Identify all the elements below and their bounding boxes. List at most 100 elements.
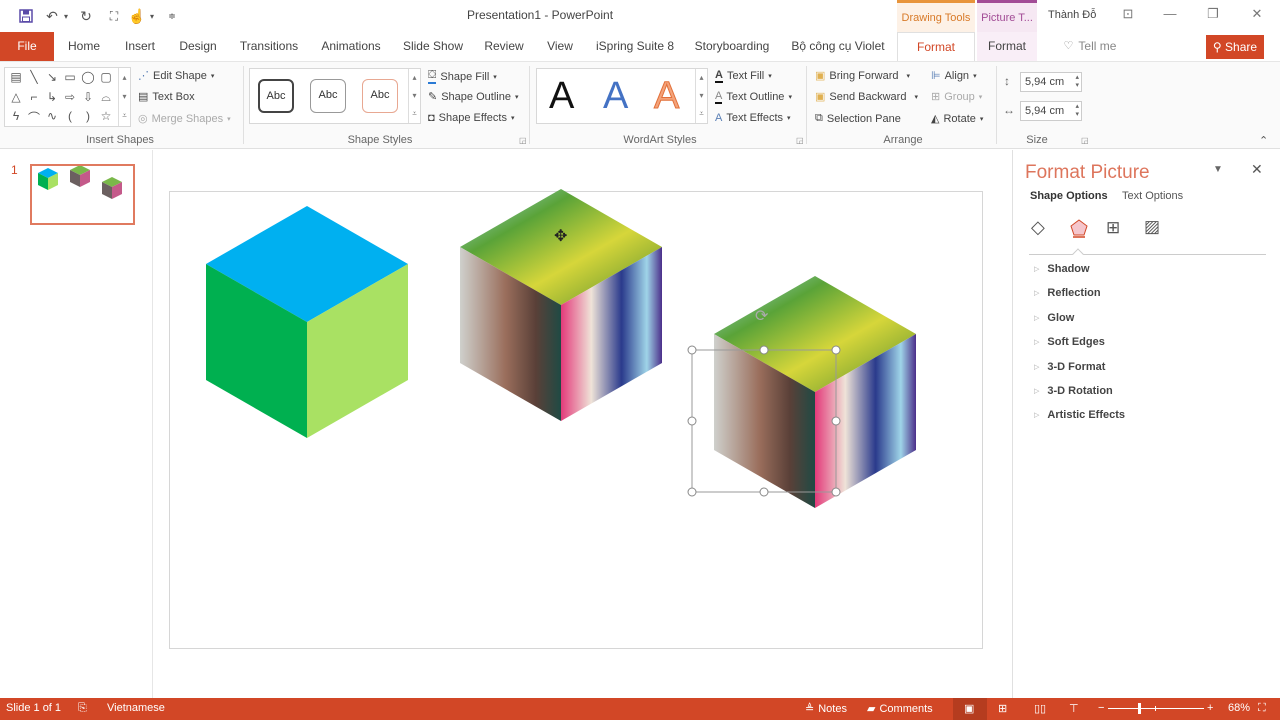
zoom-slider-track[interactable] — [1108, 708, 1204, 709]
tab-storyboarding[interactable]: Storyboarding — [690, 32, 774, 61]
tab-transitions[interactable]: Transitions — [234, 32, 304, 61]
tab-format-picture[interactable]: Format — [977, 32, 1037, 61]
solid-color-cube[interactable] — [204, 206, 410, 440]
rounded-rect-shape-icon[interactable]: ▢ — [97, 70, 115, 84]
minimize-icon[interactable]: — — [1155, 6, 1185, 24]
elbow-arrow-icon[interactable]: ↳ — [43, 90, 61, 104]
size-properties-icon[interactable]: ⊞ — [1106, 218, 1120, 238]
spell-check-icon[interactable]: ⎘ — [78, 702, 87, 715]
rectangle-shape-icon[interactable]: ▭ — [61, 70, 79, 84]
tab-home[interactable]: Home — [60, 32, 108, 61]
rotate-button[interactable]: ◭ Rotate ▾ — [931, 112, 983, 126]
zoom-slider-thumb[interactable] — [1138, 703, 1141, 714]
tab-file[interactable]: File — [0, 32, 54, 61]
shape-outline-button[interactable]: ✎ Shape Outline ▾ — [428, 90, 518, 104]
photo-cube-1[interactable]: ✥ — [458, 189, 664, 423]
restore-icon[interactable]: ❐ — [1198, 6, 1228, 24]
freeform-shape-icon[interactable]: ϟ — [7, 109, 25, 123]
fill-line-icon[interactable]: ◇ — [1031, 217, 1045, 238]
shape-styles-gallery[interactable]: Abc Abc Abc ▴ ▾ ⩡ — [249, 68, 421, 124]
rotate-handle-icon[interactable]: ⟳ — [755, 306, 768, 326]
down-arrow-shape-icon[interactable]: ⇩ — [79, 90, 97, 104]
arrow-line-shape-icon[interactable]: ↘ — [43, 70, 61, 84]
right-brace-icon[interactable]: ) — [79, 109, 97, 123]
effects-icon[interactable] — [1069, 218, 1089, 238]
notes-button[interactable]: ≜ Notes — [805, 702, 847, 716]
flowchart-shape-icon[interactable]: ⌓ — [97, 90, 115, 105]
tab-text-options[interactable]: Text Options — [1122, 190, 1183, 202]
zoom-level[interactable]: 68% — [1228, 702, 1250, 714]
wordart-preset-blue[interactable]: A — [603, 75, 628, 118]
group-button[interactable]: ⊞ Group ▾ — [931, 90, 982, 104]
resize-handle[interactable] — [687, 345, 697, 355]
tab-shape-options[interactable]: Shape Options — [1030, 190, 1108, 202]
resize-handle[interactable] — [759, 487, 769, 497]
shapes-gallery-scroll[interactable]: ▴ ▾ ⩡ — [118, 68, 130, 126]
close-pane-icon[interactable]: ✕ — [1251, 161, 1263, 178]
section-glow[interactable]: ▷ Glow — [1034, 312, 1074, 324]
tab-ispring[interactable]: iSpring Suite 8 — [592, 32, 678, 61]
close-window-icon[interactable]: ✕ — [1242, 6, 1272, 24]
share-button[interactable]: ⚲ Share — [1206, 35, 1264, 59]
text-outline-button[interactable]: A Text Outline ▾ — [715, 90, 792, 104]
section-3d-format[interactable]: ▷ 3-D Format — [1034, 361, 1105, 373]
selection-frame[interactable] — [682, 340, 842, 498]
shape-styles-scroll[interactable]: ▴ ▾ ⩡ — [408, 69, 420, 123]
language-indicator[interactable]: Vietnamese — [107, 702, 165, 714]
triangle-shape-icon[interactable]: △ — [7, 90, 25, 104]
shapes-gallery[interactable]: ▤ ╲ ↘ ▭ ◯ ▢ △ ⌐ ↳ ⇨ ⇩ ⌓ ϟ ⌒ ∿ ( ) ☆ ▴ ▾ ⩡ — [4, 67, 131, 127]
arc-shape-icon[interactable]: ⌒ — [25, 109, 43, 126]
tell-me-box[interactable]: ♡ Tell me — [1058, 32, 1122, 61]
shape-style-preset-1[interactable]: Abc — [258, 79, 294, 113]
selection-pane-button[interactable]: ⧉ Selection Pane — [815, 112, 901, 125]
resize-handle[interactable] — [831, 345, 841, 355]
elbow-connector-icon[interactable]: ⌐ — [25, 90, 43, 104]
tab-format-drawing[interactable]: Format — [897, 32, 975, 62]
wordart-launcher-icon[interactable]: ◲ — [796, 136, 804, 145]
section-artistic-effects[interactable]: ▷ Artistic Effects — [1034, 409, 1125, 421]
shape-styles-launcher-icon[interactable]: ◲ — [519, 136, 527, 145]
shape-effects-button[interactable]: ◘ Shape Effects ▾ — [428, 112, 514, 124]
tab-design[interactable]: Design — [172, 32, 224, 61]
normal-view-button[interactable]: ▣ — [953, 698, 987, 720]
wordart-scroll[interactable]: ▴ ▾ ⩡ — [695, 69, 707, 123]
resize-handle[interactable] — [831, 416, 841, 426]
textbox-shape-icon[interactable]: ▤ — [7, 70, 25, 84]
resize-handle[interactable] — [687, 487, 697, 497]
section-shadow[interactable]: ▷ Shadow — [1034, 263, 1090, 275]
section-reflection[interactable]: ▷ Reflection — [1034, 287, 1101, 299]
slide-thumbnail[interactable] — [30, 164, 135, 225]
wordart-gallery[interactable]: A A A ▴ ▾ ⩡ — [536, 68, 708, 124]
slide-canvas[interactable]: ✥ ⟳ — [169, 189, 983, 649]
shape-fill-button[interactable]: ⛋ Shape Fill ▾ — [428, 69, 497, 84]
curve-shape-icon[interactable]: ∿ — [43, 109, 61, 123]
line-shape-icon[interactable]: ╲ — [25, 70, 43, 84]
zoom-out-icon[interactable]: − — [1098, 702, 1104, 714]
section-soft-edges[interactable]: ▷ Soft Edges — [1034, 336, 1105, 348]
wordart-preset-orange[interactable]: A — [653, 75, 679, 118]
fit-slide-icon[interactable]: ⛶ — [1258, 702, 1266, 715]
align-button[interactable]: ⊫ Align ▾ — [931, 69, 977, 83]
tab-insert[interactable]: Insert — [118, 32, 162, 61]
tab-view[interactable]: View — [540, 32, 580, 61]
shape-style-preset-3[interactable]: Abc — [362, 79, 398, 113]
send-backward-button[interactable]: ▣ Send Backward ▾ — [815, 90, 918, 104]
tab-slide-show[interactable]: Slide Show — [398, 32, 468, 61]
width-spinner[interactable]: ▴ ▾ — [1075, 103, 1079, 119]
height-spinner[interactable]: ▴ ▾ — [1075, 74, 1079, 90]
resize-handle[interactable] — [687, 416, 697, 426]
picture-icon[interactable]: ▨ — [1144, 217, 1160, 237]
slide-indicator[interactable]: Slide 1 of 1 — [6, 702, 61, 714]
ribbon-display-icon[interactable]: ⊡ — [1113, 6, 1143, 24]
collapse-ribbon-icon[interactable]: ⌃ — [1259, 134, 1268, 147]
merge-shapes-button[interactable]: ◎ Merge Shapes ▾ — [138, 112, 231, 126]
text-effects-button[interactable]: A Text Effects ▾ — [715, 112, 791, 124]
right-arrow-shape-icon[interactable]: ⇨ — [61, 90, 79, 104]
star-shape-icon[interactable]: ☆ — [97, 109, 115, 123]
edit-shape-button[interactable]: ⋰ Edit Shape ▾ — [138, 69, 214, 83]
shape-width-input[interactable]: 5,94 cm ▴ ▾ — [1020, 101, 1082, 121]
zoom-in-icon[interactable]: + — [1207, 702, 1213, 714]
text-box-button[interactable]: ▤ Text Box — [138, 90, 195, 104]
oval-shape-icon[interactable]: ◯ — [79, 70, 97, 84]
shape-style-preset-2[interactable]: Abc — [310, 79, 346, 113]
